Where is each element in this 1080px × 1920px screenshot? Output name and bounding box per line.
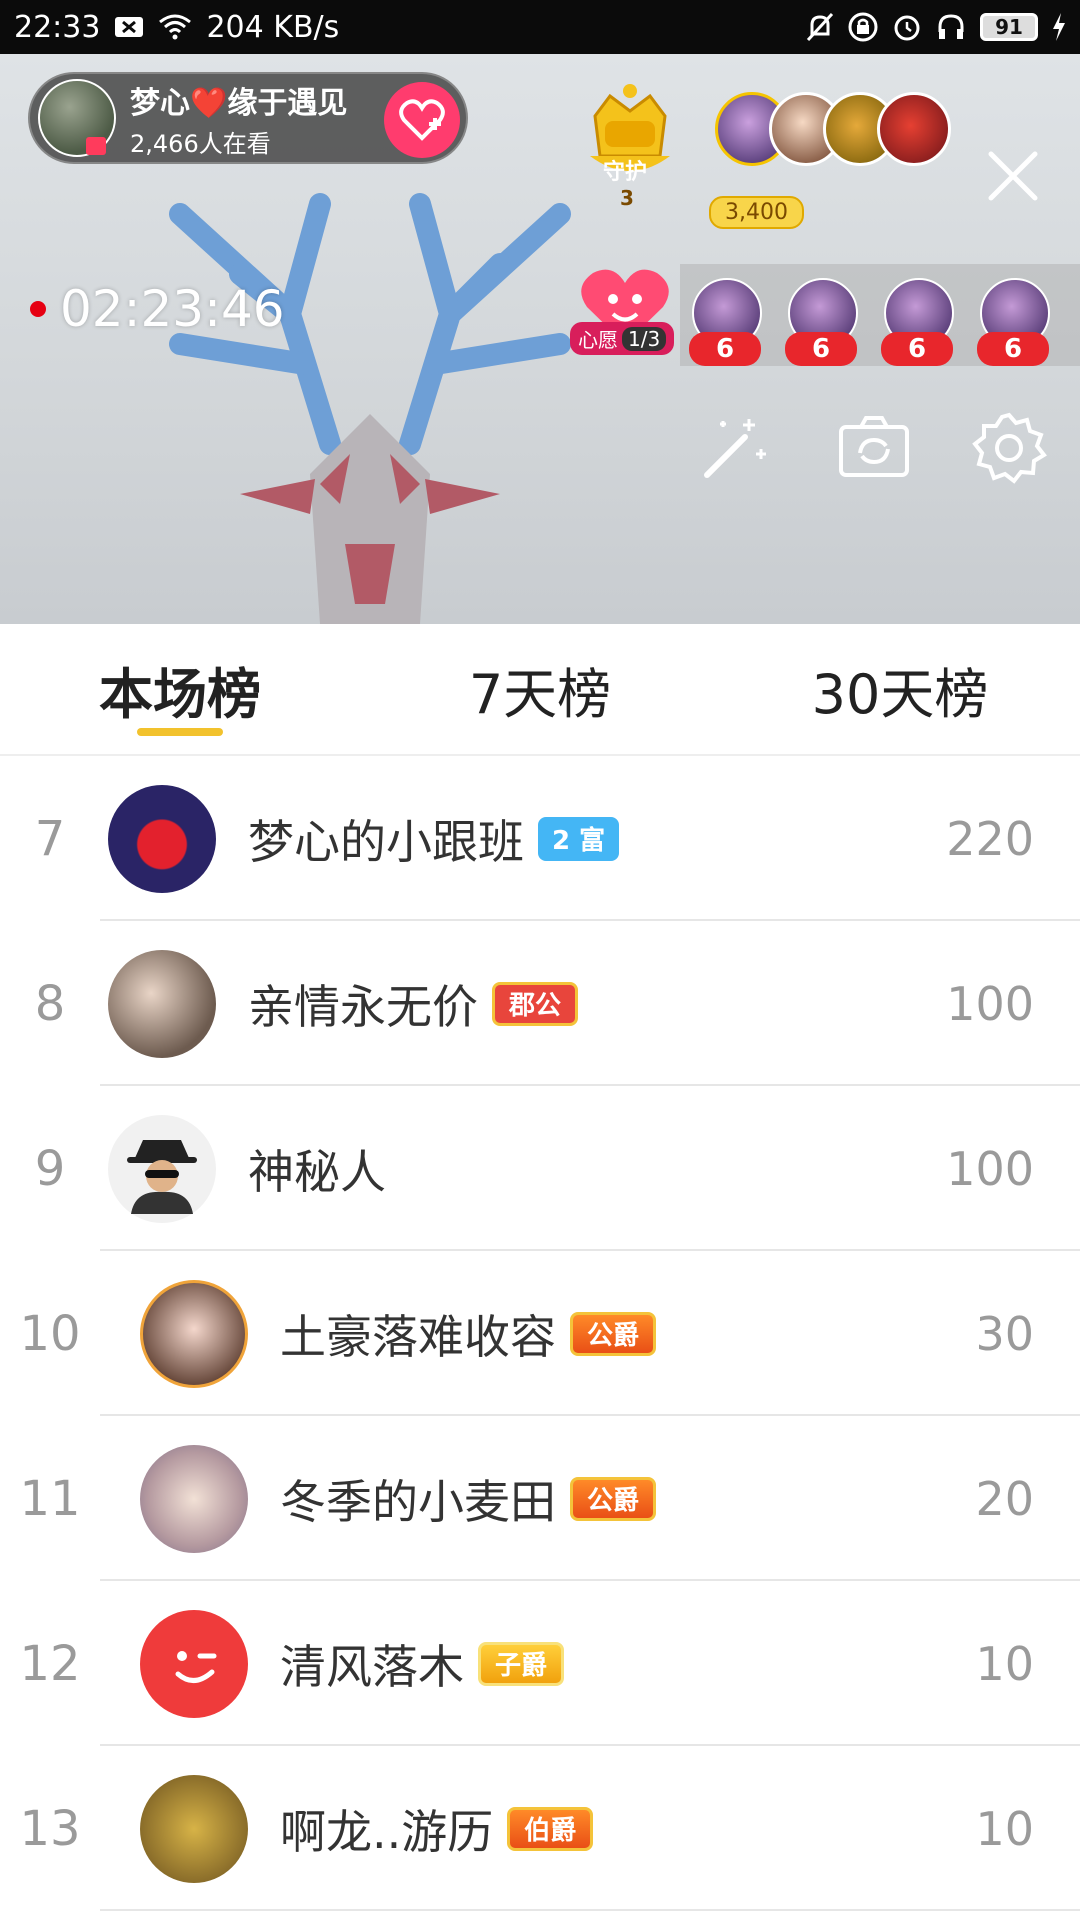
rank-number: 8 xyxy=(34,975,66,1032)
user-name: 冬季的小麦田 xyxy=(280,1474,556,1529)
tab-label: 本场榜 xyxy=(99,662,261,726)
contribution-score: 100 xyxy=(946,1141,1034,1196)
live-badge-icon xyxy=(86,137,106,155)
tab-active-indicator xyxy=(137,728,223,736)
gift-count: 6 xyxy=(689,332,761,366)
level-badge: 公爵 xyxy=(570,1311,657,1356)
wink-face-icon xyxy=(175,1650,217,1683)
tab-label: 30天榜 xyxy=(811,662,989,726)
guard-count: 3 xyxy=(620,186,634,210)
camera-switch-icon[interactable] xyxy=(835,409,913,487)
guard-label: 守护 xyxy=(603,160,648,185)
notification-close-icon xyxy=(114,15,144,39)
level-badge: 伯爵 xyxy=(507,1806,594,1851)
contribution-score: 30 xyxy=(975,1306,1034,1361)
avatar[interactable] xyxy=(108,949,216,1058)
level-badge: 郡公 xyxy=(492,981,579,1026)
gift-strip[interactable]: 6 6 6 6 xyxy=(680,264,1080,366)
top-viewer-avatar[interactable] xyxy=(877,92,951,166)
wish-progress: 1/3 xyxy=(622,326,667,351)
top-viewer-score: 3,400 xyxy=(709,196,804,229)
avatar[interactable] xyxy=(108,784,216,893)
contribution-score: 220 xyxy=(946,811,1034,866)
list-item[interactable]: 12 清风落木 子爵 10 xyxy=(0,1581,1080,1746)
user-name: 亲情永无价 xyxy=(248,979,478,1034)
tab-current-session[interactable]: 本场榜 xyxy=(0,624,360,754)
network-speed-text: 204 KB/s xyxy=(206,9,340,45)
wish-progress-badge[interactable]: 心愿 1/3 xyxy=(570,322,675,355)
rank-number: 12 xyxy=(19,1635,81,1692)
contribution-score: 10 xyxy=(975,1636,1034,1691)
tab-label: 7天榜 xyxy=(468,662,612,726)
list-item[interactable]: 11 冬季的小麦田 公爵 20 xyxy=(0,1416,1080,1581)
clock-text: 22:33 xyxy=(14,9,101,45)
recording-dot-icon xyxy=(30,301,46,317)
ranking-list: 7 梦心的小跟班 2 富 220 8 亲情永无价 郡公 100 9 神秘人 10… xyxy=(0,756,1080,1911)
follow-heart-button[interactable] xyxy=(384,82,460,158)
close-icon[interactable] xyxy=(985,148,1041,204)
mystery-user-avatar[interactable] xyxy=(108,1114,216,1223)
rank-number: 7 xyxy=(34,810,66,867)
list-item[interactable]: 9 神秘人 100 xyxy=(0,1086,1080,1251)
live-video-area[interactable]: 梦心❤️缘于遇见 2,466人在看 守护 3 3,400 02:23:46 心愿… xyxy=(0,54,1080,624)
alarm-icon xyxy=(892,12,922,42)
host-info-pill[interactable]: 梦心❤️缘于遇见 2,466人在看 xyxy=(28,72,468,164)
user-name: 清风落木 xyxy=(280,1639,464,1694)
list-item[interactable]: 8 亲情永无价 郡公 100 xyxy=(0,921,1080,1086)
wifi-icon xyxy=(158,14,192,40)
gift-count: 6 xyxy=(881,332,953,366)
incognito-icon xyxy=(127,1139,197,1214)
ranking-tabs: 本场榜 7天榜 30天榜 xyxy=(0,624,1080,756)
lock-rotation-icon xyxy=(848,12,878,42)
top-viewers-list[interactable] xyxy=(715,84,951,174)
avatar[interactable] xyxy=(140,1279,248,1388)
live-timer: 02:23:46 xyxy=(30,280,285,338)
contribution-score: 20 xyxy=(975,1471,1034,1526)
avatar[interactable] xyxy=(140,1774,248,1883)
timer-text: 02:23:46 xyxy=(60,280,285,338)
user-name: 梦心的小跟班 xyxy=(248,814,524,869)
rank-number: 10 xyxy=(19,1305,81,1362)
wish-label: 心愿 xyxy=(578,328,618,352)
tab-30-days[interactable]: 30天榜 xyxy=(720,624,1080,754)
rank-number: 11 xyxy=(19,1470,81,1527)
avatar[interactable] xyxy=(140,1444,248,1553)
gift-count: 6 xyxy=(785,332,857,366)
gift-count: 6 xyxy=(977,332,1049,366)
list-item[interactable]: 7 梦心的小跟班 2 富 220 xyxy=(0,756,1080,921)
viewer-count: 2,466人在看 xyxy=(130,129,271,158)
settings-gear-icon[interactable] xyxy=(970,409,1048,487)
host-avatar[interactable] xyxy=(38,79,116,157)
deer-head-decoration xyxy=(169,193,571,624)
mute-bell-icon xyxy=(806,12,834,42)
level-badge: 子爵 xyxy=(478,1641,565,1686)
tab-7-days[interactable]: 7天榜 xyxy=(360,624,720,754)
user-name: 啊龙..游历 xyxy=(280,1804,494,1859)
level-badge: 2 富 xyxy=(538,816,620,861)
level-badge: 公爵 xyxy=(570,1476,657,1521)
avatar[interactable] xyxy=(140,1609,248,1718)
host-name: 梦心❤️缘于遇见 xyxy=(130,85,348,121)
rank-number: 9 xyxy=(34,1140,66,1197)
contribution-score: 10 xyxy=(975,1801,1034,1856)
beauty-magic-wand-icon[interactable] xyxy=(695,409,773,487)
heart-plus-icon xyxy=(399,99,445,141)
user-name: 土豪落难收容 xyxy=(280,1309,556,1364)
user-name: 神秘人 xyxy=(248,1144,386,1199)
headphones-icon xyxy=(936,12,966,42)
contribution-score: 100 xyxy=(946,976,1034,1031)
list-item[interactable]: 10 土豪落难收容 公爵 30 xyxy=(0,1251,1080,1416)
status-bar: 22:33 204 KB/s 91 xyxy=(0,0,1080,54)
list-item[interactable]: 13 啊龙..游历 伯爵 10 xyxy=(0,1746,1080,1911)
rank-number: 13 xyxy=(19,1800,81,1857)
charging-icon xyxy=(1052,13,1066,41)
battery-icon: 91 xyxy=(980,13,1038,41)
